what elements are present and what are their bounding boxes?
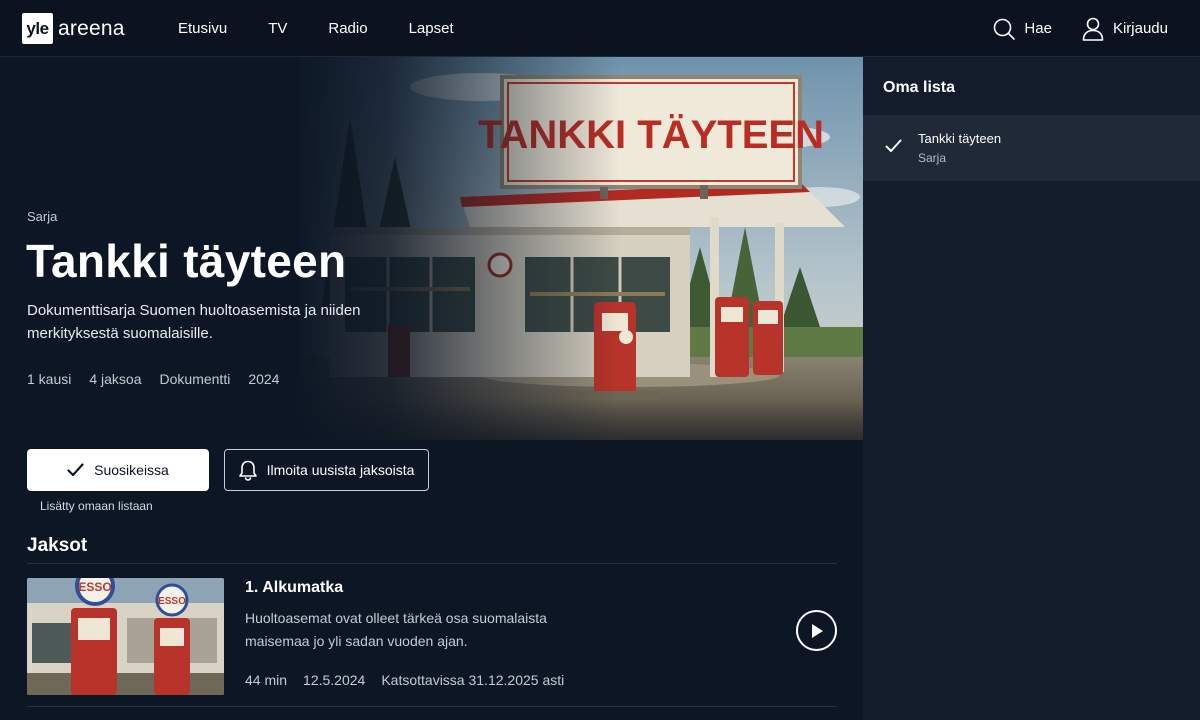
notify-label: Ilmoita uusista jaksoista bbox=[266, 462, 415, 478]
meta-episodes: 4 jaksoa bbox=[89, 371, 142, 387]
play-icon bbox=[811, 623, 823, 638]
meta-year: 2024 bbox=[248, 371, 280, 387]
nav-item-tv[interactable]: TV bbox=[268, 20, 287, 37]
nav-item-radio[interactable]: Radio bbox=[328, 20, 367, 37]
notify-new-episodes-button[interactable]: Ilmoita uusista jaksoista bbox=[224, 449, 429, 491]
episode-availability: Katsottavissa 31.12.2025 asti bbox=[381, 672, 565, 688]
yle-areena-logo[interactable]: yle areena bbox=[22, 13, 125, 44]
episode-thumbnail-image: ESSO ESSO bbox=[27, 578, 224, 695]
my-list-title: Oma lista bbox=[883, 79, 956, 96]
search-label: Hae bbox=[1024, 20, 1052, 37]
favorite-button[interactable]: Suosikeissa bbox=[27, 449, 209, 491]
thumbnail-sign-text-2: ESSO bbox=[158, 596, 186, 607]
main-nav: Etusivu TV Radio Lapset bbox=[178, 0, 495, 57]
series-type-label: Sarja bbox=[27, 209, 58, 224]
my-list-item[interactable]: Tankki täyteen Sarja bbox=[863, 115, 1200, 181]
meta-genre: Dokumentti bbox=[159, 371, 231, 387]
meta-seasons: 1 kausi bbox=[27, 371, 72, 387]
my-list-item-subtitle: Sarja bbox=[918, 151, 947, 165]
header-actions: Hae Kirjaudu bbox=[993, 0, 1168, 57]
login-button[interactable]: Kirjaudu bbox=[1082, 17, 1168, 41]
nav-item-etusivu[interactable]: Etusivu bbox=[178, 20, 227, 37]
series-meta: 1 kausi 4 jaksoa Dokumentti 2024 bbox=[27, 371, 297, 387]
added-to-list-note: Lisätty omaan listaan bbox=[40, 499, 153, 513]
check-icon bbox=[885, 139, 902, 152]
episode-description: Huoltoasemat ovat olleet tärkeä osa suom… bbox=[245, 610, 547, 649]
my-list-item-title: Tankki täyteen bbox=[918, 131, 1002, 146]
hero-section: TANKKI TÄYTEEN Sarja Tankki täyteen Doku… bbox=[0, 57, 863, 440]
hero-bottom-fade bbox=[300, 400, 863, 440]
nav-item-lapset[interactable]: Lapset bbox=[409, 20, 454, 37]
search-icon bbox=[994, 18, 1016, 40]
episodes-section-title: Jaksot bbox=[27, 535, 88, 556]
search-button[interactable]: Hae bbox=[993, 18, 1052, 40]
thumbnail-sign-text: ESSO bbox=[78, 580, 111, 594]
yle-logo-box: yle bbox=[22, 13, 53, 44]
play-episode-button[interactable] bbox=[796, 610, 837, 651]
episode-duration: 44 min bbox=[245, 672, 288, 688]
favorite-label: Suosikeissa bbox=[94, 462, 169, 478]
episode-title[interactable]: 1. Alkumatka bbox=[245, 579, 343, 597]
bell-icon bbox=[238, 460, 257, 481]
episode-meta: 44 min 12.5.2024 Katsottavissa 31.12.202… bbox=[245, 672, 580, 688]
my-list-panel: Oma lista Tankki täyteen Sarja bbox=[863, 57, 1200, 720]
check-icon bbox=[67, 463, 84, 477]
user-icon bbox=[1082, 17, 1104, 41]
series-description: Dokumenttisarja Suomen huoltoasemista ja… bbox=[27, 302, 361, 342]
areena-logo-text: areena bbox=[58, 16, 125, 40]
series-title: Tankki täyteen bbox=[26, 235, 347, 287]
episodes-divider-top bbox=[27, 563, 837, 564]
login-label: Kirjaudu bbox=[1112, 20, 1168, 37]
episodes-divider-bottom bbox=[27, 706, 837, 707]
top-header: yle areena Etusivu TV Radio Lapset Hae K… bbox=[0, 0, 1200, 57]
episode-date: 12.5.2024 bbox=[303, 672, 366, 688]
episode-thumbnail[interactable]: ESSO ESSO bbox=[27, 578, 224, 695]
